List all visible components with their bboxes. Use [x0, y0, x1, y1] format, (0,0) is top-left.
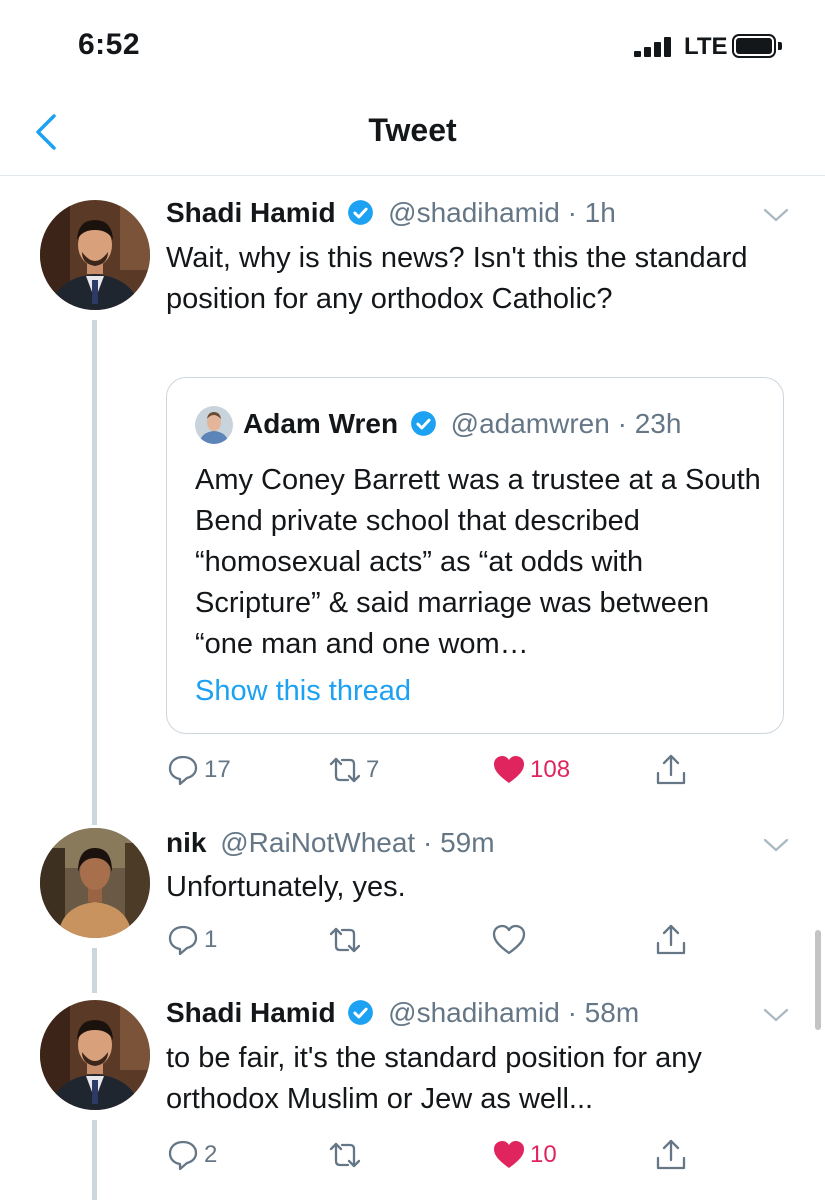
retweet-icon — [329, 1142, 361, 1168]
verified-badge-icon — [348, 1000, 374, 1025]
tweet-actions: 1 — [166, 922, 726, 958]
thread-connector — [92, 1120, 97, 1200]
page-title: Tweet — [368, 112, 457, 148]
tweet-timestamp: 1h — [584, 197, 616, 228]
author-name[interactable]: nik — [166, 827, 206, 858]
thread-connector — [92, 948, 97, 993]
share-icon — [656, 1139, 686, 1170]
thread-connector — [92, 320, 97, 825]
nav-bar: Tweet — [0, 90, 825, 176]
verified-badge-icon — [410, 411, 436, 436]
author-handle[interactable]: @RaiNotWheat — [220, 827, 415, 858]
author-handle[interactable]: @shadihamid — [388, 997, 560, 1028]
quoted-tweet-text: Amy Coney Barrett was a trustee at a Sou… — [195, 464, 761, 660]
battery-icon — [732, 34, 782, 58]
tweet-header: Shadi Hamid @shadihamid · 58m — [166, 997, 640, 1028]
reply-count: 17 — [204, 756, 231, 783]
reply-icon — [168, 925, 198, 956]
like-button[interactable] — [492, 922, 530, 958]
heart-icon — [494, 1141, 524, 1168]
tweet-actions: 17 7 108 — [166, 752, 726, 788]
reply-button[interactable]: 1 — [166, 922, 217, 958]
chevron-down-icon[interactable] — [762, 836, 790, 854]
share-button[interactable] — [654, 752, 688, 788]
avatar[interactable] — [40, 200, 150, 310]
reply-button[interactable]: 2 — [166, 1137, 217, 1173]
like-count: 108 — [530, 756, 571, 783]
retweet-button[interactable] — [328, 1137, 366, 1173]
retweet-button[interactable]: 7 — [328, 752, 379, 788]
tweet-actions: 2 10 — [166, 1137, 726, 1173]
tweet-header: nik @RaiNotWheat · 59m — [166, 827, 495, 858]
reply-button[interactable]: 17 — [166, 752, 231, 788]
tweet-header: Shadi Hamid @shadihamid · 1h — [166, 197, 616, 228]
share-button[interactable] — [654, 1137, 688, 1173]
tweet-timestamp: 58m — [584, 997, 640, 1028]
like-button[interactable]: 108 — [492, 752, 570, 788]
author-name[interactable]: Shadi Hamid — [166, 997, 336, 1028]
quoted-tweet-header: Adam Wren @adamwren · 23h — [243, 408, 682, 439]
avatar — [195, 406, 233, 444]
retweet-icon — [329, 757, 361, 783]
heart-icon — [492, 924, 526, 955]
network-type: LTE — [684, 33, 728, 60]
retweet-button[interactable] — [328, 922, 366, 958]
reply-icon — [168, 755, 198, 786]
share-icon — [656, 924, 686, 955]
tweet-text: Unfortunately, yes. — [166, 871, 406, 903]
author-handle[interactable]: @shadihamid — [388, 197, 560, 228]
avatar[interactable] — [40, 1000, 150, 1110]
tweet-text: to be fair, it's the standard position f… — [166, 1042, 702, 1115]
like-button[interactable]: 10 — [492, 1137, 557, 1173]
reply-icon — [168, 1140, 198, 1171]
tweet-timestamp: 23h — [634, 408, 682, 439]
share-button[interactable] — [654, 922, 688, 958]
chevron-down-icon[interactable] — [762, 1006, 790, 1024]
retweet-count: 7 — [366, 756, 380, 783]
author-handle: @adamwren — [450, 408, 610, 439]
chevron-down-icon[interactable] — [762, 206, 790, 224]
reply-count: 1 — [204, 926, 218, 953]
scrollbar[interactable] — [815, 930, 821, 1030]
quoted-tweet[interactable]: Adam Wren @adamwren · 23h Amy Coney Barr… — [166, 377, 784, 734]
reply-count: 2 — [204, 1141, 218, 1168]
signal-strength-icon — [634, 37, 678, 57]
author-name: Adam Wren — [243, 408, 399, 439]
author-name[interactable]: Shadi Hamid — [166, 197, 336, 228]
retweet-icon — [329, 927, 361, 953]
like-count: 10 — [530, 1141, 557, 1168]
status-bar: 6:52 LTE — [0, 0, 825, 90]
show-thread-link[interactable]: Show this thread — [195, 675, 411, 708]
tweet-timestamp: 59m — [440, 827, 495, 858]
tweet-text: Wait, why is this news? Isn't this the s… — [166, 242, 748, 315]
avatar[interactable] — [40, 828, 150, 938]
verified-badge-icon — [348, 200, 374, 225]
status-time: 6:52 — [78, 28, 141, 61]
heart-icon — [494, 756, 524, 783]
share-icon — [656, 754, 686, 785]
